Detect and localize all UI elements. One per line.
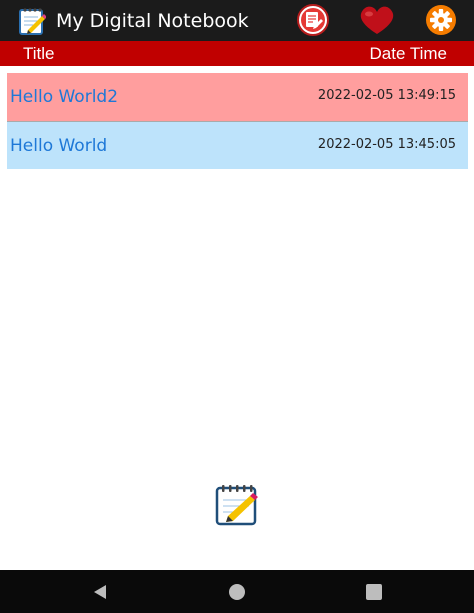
note-row[interactable]: Hello World 2022-02-05 13:45:05 [7, 121, 468, 169]
note-row[interactable]: Hello World2 2022-02-05 13:49:15 [7, 73, 468, 121]
app-title: My Digital Notebook [56, 10, 249, 32]
notepad-icon [19, 8, 46, 35]
note-datetime: 2022-02-05 13:45:05 [317, 137, 456, 152]
notes-list: Hello World2 2022-02-05 13:49:15 Hello W… [7, 73, 468, 169]
edit-note-icon[interactable] [296, 4, 330, 36]
back-icon[interactable] [92, 584, 108, 600]
date-time-column-label[interactable]: Date Time [370, 44, 447, 64]
column-header: Title Date Time [0, 41, 474, 66]
heart-icon[interactable] [357, 4, 397, 36]
note-title: Hello World2 [10, 87, 119, 107]
note-title: Hello World [10, 136, 108, 156]
recents-icon[interactable] [366, 584, 382, 600]
system-nav-bar [0, 570, 474, 613]
gear-icon[interactable] [422, 4, 460, 36]
title-column-label[interactable]: Title [23, 44, 55, 64]
note-datetime: 2022-02-05 13:49:15 [317, 88, 456, 103]
app-bar: My Digital Notebook [0, 0, 474, 41]
home-icon[interactable] [229, 584, 245, 600]
notepad-pencil-icon[interactable] [214, 484, 260, 526]
